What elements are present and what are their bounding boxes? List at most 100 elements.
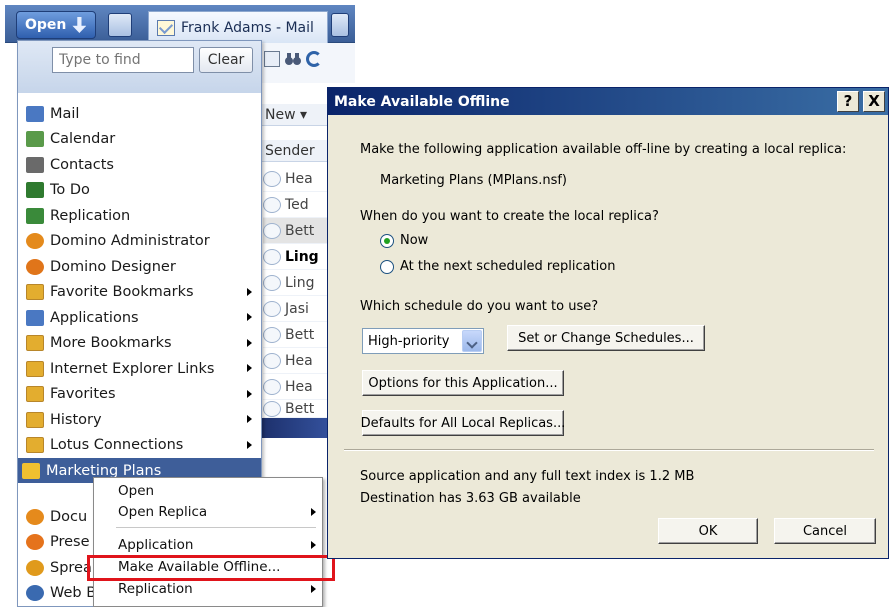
radio-next-scheduled[interactable] [380, 260, 394, 274]
submenu-arrow-icon [247, 313, 252, 321]
menu-item-lotus-connections[interactable]: Lotus Connections [22, 433, 260, 458]
menu-item-label: Applications [50, 309, 139, 326]
make-available-offline-dialog: Make Available Offline ? X Make the foll… [327, 87, 889, 559]
menu-item-application[interactable]: Application [118, 535, 318, 555]
menu-item-domino-designer[interactable]: Domino Designer [22, 254, 260, 279]
menu-item-label: Internet Explorer Links [50, 360, 215, 377]
menu-item-label: Mail [50, 105, 80, 122]
radio-next-label: At the next scheduled replication [400, 259, 616, 274]
menu-item-label: To Do [50, 182, 90, 198]
menu-item-to-do[interactable]: To Do [22, 178, 260, 203]
sender-header-label: Sender [265, 142, 315, 159]
menu-item-replication[interactable]: Replication [118, 579, 318, 599]
menu-item-label: Favorites [50, 386, 116, 402]
close-button[interactable]: X [863, 91, 885, 112]
list-item-sender: Bett [285, 222, 315, 239]
list-item-sender: Ling [285, 248, 319, 265]
web-browser-icon [26, 585, 44, 601]
dialog-titlebar: Make Available Offline [328, 88, 888, 115]
folder-icon [26, 386, 44, 402]
schedule-select-value: High-priority [368, 333, 450, 349]
message-icon [263, 274, 281, 291]
list-item-sender: Ling [285, 274, 315, 291]
menu-item-label: Open Replica [118, 504, 208, 520]
screen: Open Frank Adams - Mail New ▾ Sender Hea… [0, 0, 889, 607]
menu-divider [116, 527, 316, 528]
menu-item-open-replica[interactable]: Open Replica [118, 502, 318, 522]
ok-button[interactable]: OK [658, 518, 758, 544]
list-item-sender: Hea [285, 378, 313, 395]
refresh-icon[interactable] [306, 51, 322, 67]
message-icon [263, 222, 281, 239]
menu-item-label: Domino Administrator [50, 233, 210, 249]
grid-icon[interactable] [331, 13, 349, 37]
documents-icon [26, 508, 44, 525]
menu-item-calendar[interactable]: Calendar [22, 127, 260, 152]
options-application-button[interactable]: Options for this Application... [362, 370, 564, 396]
context-menu: Open Open Replica Application Make Avail… [93, 477, 323, 607]
close-icon: X [868, 92, 880, 110]
chevron-down-icon [462, 330, 482, 352]
windows-icon[interactable] [108, 13, 132, 37]
domino-administrator-icon [26, 233, 44, 249]
submenu-arrow-icon [311, 585, 316, 593]
menu-item-favorite-bookmarks[interactable]: Favorite Bookmarks [22, 280, 260, 305]
mail-icon [157, 19, 175, 36]
submenu-arrow-icon [311, 508, 316, 516]
message-icon [263, 378, 281, 395]
message-icon [263, 196, 281, 213]
submenu-arrow-icon [247, 440, 252, 449]
menu-item-domino-administrator[interactable]: Domino Administrator [22, 229, 260, 254]
presentations-icon [26, 534, 44, 550]
menu-item-favorites[interactable]: Favorites [22, 382, 260, 407]
menu-item-label: Docu [50, 508, 88, 525]
menu-item-mail[interactable]: Mail [22, 101, 260, 126]
message-icon [263, 326, 281, 343]
help-button[interactable]: ? [837, 91, 859, 112]
list-item-sender: Bett [285, 326, 315, 343]
clear-button[interactable]: Clear [199, 47, 253, 73]
menu-item-contacts[interactable]: Contacts [22, 152, 260, 177]
folder-icon [26, 437, 44, 453]
menu-item-label: Web B [50, 585, 97, 601]
tab-mail-label: Frank Adams - Mail [181, 19, 314, 36]
menu-item-label: Domino Designer [50, 258, 176, 275]
submenu-arrow-icon [247, 287, 252, 296]
list-item-sender: Ted [285, 196, 309, 213]
new-button-label: New ▾ [265, 106, 308, 123]
schedule-select[interactable]: High-priority [362, 328, 484, 354]
menu-item-applications[interactable]: Applications [22, 305, 260, 330]
open-arrow-icon [72, 17, 87, 33]
menu-item-label: Calendar [50, 131, 116, 147]
cancel-button[interactable]: Cancel [774, 518, 876, 544]
menu-item-label: Replication [50, 207, 131, 224]
mail-tools [258, 43, 355, 83]
search-input[interactable] [52, 47, 194, 73]
ie-links-icon [26, 360, 44, 377]
menu-item-open[interactable]: Open [118, 481, 318, 501]
menu-item-history[interactable]: History [22, 407, 260, 432]
schedule-question: Which schedule do you want to use? [360, 299, 599, 314]
submenu-arrow-icon [247, 364, 252, 372]
menu-item-internet-explorer-links[interactable]: Internet Explorer Links [22, 356, 260, 381]
dialog-divider [344, 449, 874, 451]
submenu-arrow-icon [247, 415, 252, 423]
menu-item-more-bookmarks[interactable]: More Bookmarks [22, 331, 260, 356]
menu-item-label: Open [118, 483, 155, 499]
set-schedules-button[interactable]: Set or Change Schedules... [507, 325, 705, 351]
menu-item-label: Favorite Bookmarks [50, 284, 194, 300]
radio-now[interactable] [380, 234, 394, 248]
list-item-sender: Hea [285, 170, 313, 187]
when-question: When do you want to create the local rep… [360, 209, 659, 224]
favorite-bookmarks-icon [26, 284, 44, 300]
menu-item-replication[interactable]: Replication [22, 203, 260, 228]
defaults-local-replicas-button[interactable]: Defaults for All Local Replicas... [361, 410, 565, 436]
menu-item-label: More Bookmarks [50, 335, 172, 351]
open-button[interactable]: Open [16, 11, 96, 39]
tab-mail[interactable]: Frank Adams - Mail [148, 11, 328, 43]
todo-icon [26, 182, 44, 198]
application-name: Marketing Plans (MPlans.nsf) [380, 173, 567, 188]
binoculars-icon[interactable] [284, 51, 302, 67]
menu-item-label: Prese [50, 534, 90, 550]
view-icon[interactable] [264, 51, 280, 67]
